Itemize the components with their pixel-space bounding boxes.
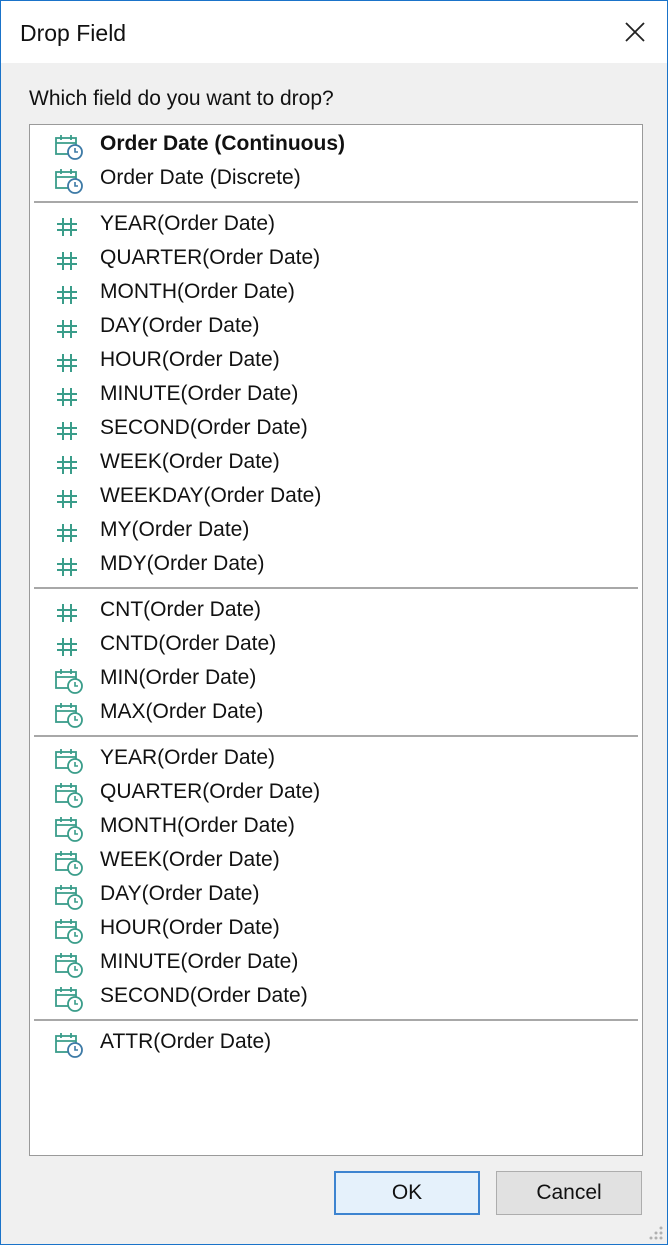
calendar-clock-green-icon <box>54 849 84 877</box>
field-option[interactable]: SECOND(Order Date) <box>30 980 642 1014</box>
hash-icon <box>54 247 84 275</box>
field-option-label: DAY(Order Date) <box>100 882 260 905</box>
calendar-clock-icon <box>54 133 84 161</box>
calendar-clock-icon <box>54 167 84 195</box>
field-option-label: Order Date (Discrete) <box>100 166 301 189</box>
field-option-label: SECOND(Order Date) <box>100 416 308 439</box>
field-option-label: MONTH(Order Date) <box>100 814 295 837</box>
field-group: YEAR(Order Date) QUARTER(Order Date) MONTH… <box>30 742 642 1014</box>
field-option-label: HOUR(Order Date) <box>100 916 280 939</box>
field-group: ATTR(Order Date) <box>30 1026 642 1060</box>
field-option-label: DAY(Order Date) <box>100 314 260 337</box>
title-bar: Drop Field <box>1 1 667 63</box>
field-option[interactable]: MIN(Order Date) <box>30 662 642 696</box>
field-option[interactable]: DAY(Order Date) <box>30 310 642 344</box>
field-option-label: SECOND(Order Date) <box>100 984 308 1007</box>
field-option-label: MY(Order Date) <box>100 518 250 541</box>
field-option[interactable]: YEAR(Order Date) <box>30 742 642 776</box>
close-button[interactable] <box>603 1 667 63</box>
field-listbox[interactable]: Order Date (Continuous) Order Date (Discr… <box>29 124 643 1156</box>
hash-green-icon <box>54 599 84 627</box>
hash-icon <box>54 349 84 377</box>
field-option-label: MIN(Order Date) <box>100 666 257 689</box>
field-option[interactable]: DAY(Order Date) <box>30 878 642 912</box>
cancel-button-label: Cancel <box>536 1181 602 1204</box>
hash-green-icon <box>54 633 84 661</box>
cancel-button[interactable]: Cancel <box>496 1171 642 1215</box>
field-option[interactable]: MINUTE(Order Date) <box>30 378 642 412</box>
calendar-clock-green-icon <box>54 917 84 945</box>
field-option-label: MDY(Order Date) <box>100 552 265 575</box>
field-option[interactable]: MY(Order Date) <box>30 514 642 548</box>
field-option[interactable]: MAX(Order Date) <box>30 696 642 730</box>
field-option[interactable]: WEEK(Order Date) <box>30 446 642 480</box>
calendar-clock-green-icon <box>54 883 84 911</box>
field-option-label: ATTR(Order Date) <box>100 1030 272 1053</box>
field-option-label: MINUTE(Order Date) <box>100 382 299 405</box>
field-group: CNT(Order Date) CNTD(Order Date) MIN(Order… <box>30 594 642 730</box>
field-option-label: WEEKDAY(Order Date) <box>100 484 322 507</box>
hash-icon <box>54 281 84 309</box>
field-option[interactable]: QUARTER(Order Date) <box>30 776 642 810</box>
field-option[interactable]: Order Date (Continuous) <box>30 128 642 162</box>
hash-icon <box>54 315 84 343</box>
field-option[interactable]: MDY(Order Date) <box>30 548 642 582</box>
field-option-label: YEAR(Order Date) <box>100 746 276 769</box>
field-option[interactable]: ATTR(Order Date) <box>30 1026 642 1060</box>
field-option-label: QUARTER(Order Date) <box>100 780 321 803</box>
field-option-label: CNT(Order Date) <box>100 598 262 621</box>
calendar-clock-green-icon <box>54 985 84 1013</box>
drop-field-dialog: Drop Field Which field do you want to dr… <box>0 0 668 1245</box>
hash-icon <box>54 213 84 241</box>
field-option-label: MAX(Order Date) <box>100 700 264 723</box>
field-option-label: YEAR(Order Date) <box>100 212 276 235</box>
field-option[interactable]: MINUTE(Order Date) <box>30 946 642 980</box>
field-option[interactable]: WEEK(Order Date) <box>30 844 642 878</box>
field-option[interactable]: Order Date (Discrete) <box>30 162 642 196</box>
field-option-label: MONTH(Order Date) <box>100 280 295 303</box>
group-divider <box>34 587 638 589</box>
calendar-clock-green-icon <box>54 747 84 775</box>
calendar-clock-green-icon <box>54 781 84 809</box>
field-option-label: QUARTER(Order Date) <box>100 246 321 269</box>
field-option[interactable]: CNTD(Order Date) <box>30 628 642 662</box>
group-divider <box>34 201 638 203</box>
field-option-label: MINUTE(Order Date) <box>100 950 299 973</box>
field-option[interactable]: SECOND(Order Date) <box>30 412 642 446</box>
ok-button-label: OK <box>391 1181 423 1204</box>
hash-icon <box>54 553 84 581</box>
resize-grip-icon[interactable] <box>646 1223 664 1241</box>
field-option-label: WEEK(Order Date) <box>100 450 280 473</box>
hash-icon <box>54 417 84 445</box>
field-option[interactable]: YEAR(Order Date) <box>30 208 642 242</box>
calendar-clock-green-icon <box>54 701 84 729</box>
hash-icon <box>54 383 84 411</box>
field-option-label: HOUR(Order Date) <box>100 348 280 371</box>
calendar-clock-icon <box>54 1031 84 1059</box>
calendar-clock-green-icon <box>54 667 84 695</box>
close-icon <box>625 22 645 42</box>
hash-icon <box>54 519 84 547</box>
field-option-label: WEEK(Order Date) <box>100 848 280 871</box>
field-group: Order Date (Continuous) Order Date (Discr… <box>30 125 642 196</box>
field-option[interactable]: MONTH(Order Date) <box>30 276 642 310</box>
group-divider <box>34 735 638 737</box>
field-option[interactable]: HOUR(Order Date) <box>30 912 642 946</box>
ok-button[interactable]: OK <box>334 1171 480 1215</box>
field-option-label: CNTD(Order Date) <box>100 632 277 655</box>
hash-icon <box>54 451 84 479</box>
field-option[interactable]: HOUR(Order Date) <box>30 344 642 378</box>
hash-icon <box>54 485 84 513</box>
dialog-prompt: Which field do you want to drop? <box>29 87 334 110</box>
calendar-clock-green-icon <box>54 951 84 979</box>
field-option[interactable]: MONTH(Order Date) <box>30 810 642 844</box>
calendar-clock-green-icon <box>54 815 84 843</box>
field-option-label: Order Date (Continuous) <box>100 132 345 155</box>
field-group: YEAR(Order Date) QUARTER(Order Date) MONTH… <box>30 208 642 582</box>
field-option[interactable]: QUARTER(Order Date) <box>30 242 642 276</box>
field-option[interactable]: CNT(Order Date) <box>30 594 642 628</box>
field-option[interactable]: WEEKDAY(Order Date) <box>30 480 642 514</box>
group-divider <box>34 1019 638 1021</box>
dialog-title: Drop Field <box>20 20 127 46</box>
